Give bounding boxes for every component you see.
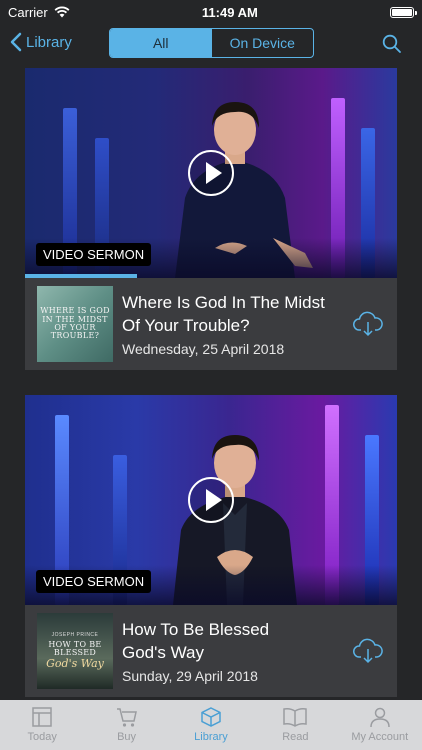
- status-left: Carrier: [8, 5, 70, 20]
- tab-today[interactable]: Today: [7, 706, 77, 743]
- search-button[interactable]: [382, 34, 402, 59]
- sermon-title-line: God's Way: [122, 643, 204, 662]
- video-sermon-badge: VIDEO SERMON: [36, 570, 152, 593]
- thumbnail-author: JOSEPH PRINCE: [51, 631, 99, 638]
- tab-label: Read: [282, 731, 309, 743]
- account-icon: [370, 707, 390, 728]
- thumbnail-text: WHERE IS GOD IN THE MIDST OF YOUR TROUBL…: [40, 306, 110, 341]
- download-button[interactable]: [351, 638, 385, 664]
- tab-label: My Account: [351, 731, 409, 743]
- today-icon: [32, 707, 52, 727]
- tab-label: Buy: [117, 731, 137, 743]
- sermon-card: VIDEO SERMON WHERE IS GOD IN THE MIDST O…: [25, 68, 397, 370]
- sermon-date: Sunday, 29 April 2018: [122, 668, 258, 684]
- cloud-download-icon: [353, 638, 383, 664]
- sermon-info[interactable]: JOSEPH PRINCE HOW TO BE BLESSED God's Wa…: [25, 605, 397, 697]
- book-icon: [283, 708, 308, 727]
- chevron-left-icon: [10, 32, 22, 52]
- library-box-icon: [201, 707, 221, 727]
- cart-icon: [116, 708, 137, 727]
- play-button[interactable]: [188, 477, 234, 523]
- segment-on-device[interactable]: On Device: [212, 29, 314, 57]
- carrier-label: Carrier: [8, 4, 48, 20]
- tab-label: Today: [27, 731, 57, 743]
- play-button[interactable]: [188, 150, 234, 196]
- sermon-thumbnail: WHERE IS GOD IN THE MIDST OF YOUR TROUBL…: [37, 286, 113, 362]
- back-label: Library: [26, 33, 72, 51]
- sermon-title-line: Where Is God In The Midst: [122, 293, 325, 312]
- tab-library[interactable]: Library: [176, 706, 246, 743]
- sermon-thumbnail: JOSEPH PRINCE HOW TO BE BLESSED God's Wa…: [37, 613, 113, 689]
- video-preview[interactable]: VIDEO SERMON: [25, 395, 397, 605]
- sermon-title-line: Of Your Trouble?: [122, 316, 250, 335]
- tab-bar: Today Buy Library Read My Account: [0, 700, 422, 750]
- segmented-control: All On Device: [109, 28, 314, 58]
- thumbnail-script: God's Way: [46, 657, 104, 671]
- battery-icon: [390, 6, 417, 18]
- sermon-title: How To Be Blessed God's Way: [122, 618, 351, 664]
- clock: 11:49 AM: [201, 4, 258, 20]
- tab-buy[interactable]: Buy: [92, 706, 162, 743]
- tab-read[interactable]: Read: [260, 706, 330, 743]
- tab-label: Library: [194, 731, 228, 743]
- sermon-title-line: How To Be Blessed: [122, 620, 270, 639]
- sermon-info[interactable]: WHERE IS GOD IN THE MIDST OF YOUR TROUBL…: [25, 278, 397, 370]
- nav-bar: Library All On Device: [0, 24, 422, 66]
- video-sermon-badge: VIDEO SERMON: [36, 243, 152, 266]
- wifi-icon: [54, 6, 70, 18]
- back-button[interactable]: Library: [10, 32, 72, 52]
- download-button[interactable]: [351, 311, 385, 337]
- sermon-card: VIDEO SERMON JOSEPH PRINCE HOW TO BE BLE…: [25, 395, 397, 697]
- thumbnail-line: BLESSED: [53, 648, 97, 657]
- sermon-list: VIDEO SERMON WHERE IS GOD IN THE MIDST O…: [0, 66, 422, 700]
- sermon-title: Where Is God In The Midst Of Your Troubl…: [122, 291, 351, 337]
- status-bar: Carrier 11:49 AM: [0, 0, 422, 24]
- sermon-date: Wednesday, 25 April 2018: [122, 341, 285, 357]
- search-icon: [382, 34, 401, 53]
- segment-all[interactable]: All: [110, 29, 212, 57]
- tab-my-account[interactable]: My Account: [345, 706, 415, 743]
- video-preview[interactable]: VIDEO SERMON: [25, 68, 397, 278]
- cloud-download-icon: [353, 311, 383, 337]
